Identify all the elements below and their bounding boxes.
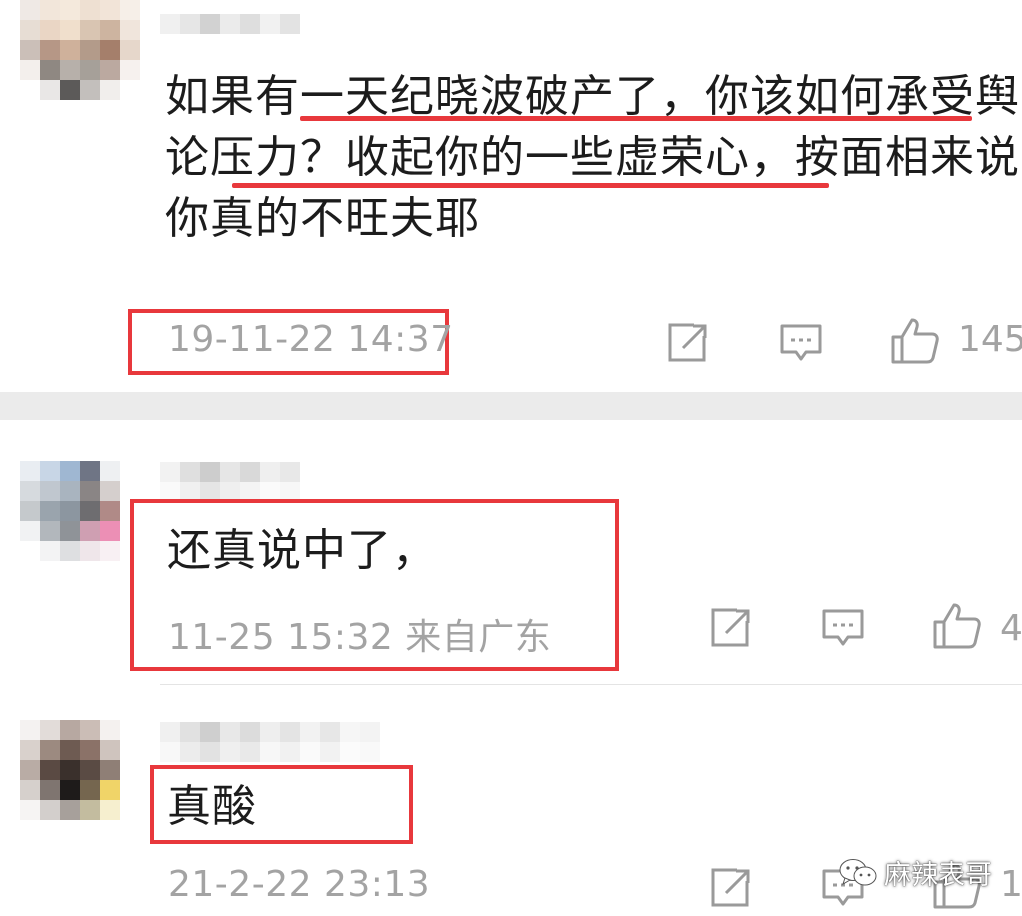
wechat-icon: [839, 858, 877, 885]
share-icon[interactable]: [707, 865, 753, 911]
username-blurred: [160, 742, 380, 762]
like-count: 145: [958, 319, 1022, 360]
share-icon[interactable]: [707, 605, 753, 651]
row-divider: [160, 684, 1022, 685]
comment-timestamp: 19-11-22 14:37: [168, 319, 454, 360]
avatar[interactable]: [20, 0, 140, 100]
section-divider: [0, 392, 1022, 420]
comment-timestamp: 11-25 15:32 来自广东: [168, 617, 552, 658]
comment-line: 论压力？收起你的一些虚荣心，按面相来说、: [165, 132, 1022, 183]
share-icon[interactable]: [664, 320, 710, 366]
red-underline: [300, 116, 972, 121]
username-blurred[interactable]: [160, 14, 300, 34]
avatar[interactable]: [20, 461, 120, 561]
watermark-text: 麻辣表哥: [884, 860, 992, 891]
comment-line: 你真的不旺夫耶: [165, 193, 480, 244]
username-blurred[interactable]: [160, 462, 300, 482]
thumbs-up-icon[interactable]: [890, 316, 940, 366]
username-blurred[interactable]: [160, 722, 380, 742]
comment-text: 如果有一天纪晓波破产了，你该如何承受舆 论压力？收起你的一些虚荣心，按面相来说、…: [165, 66, 1022, 249]
comment-text: 还真说中了，: [167, 525, 437, 576]
comment-icon[interactable]: [820, 605, 866, 651]
red-underline: [232, 183, 829, 188]
like-count: 1: [1000, 864, 1022, 905]
comment-timestamp: 21-2-22 23:13: [168, 864, 431, 905]
like-count: 4: [1000, 608, 1022, 649]
comment-icon[interactable]: [778, 320, 824, 366]
thumbs-up-icon[interactable]: [932, 601, 982, 651]
avatar[interactable]: [20, 720, 120, 820]
watermark: 麻辣表哥: [838, 853, 992, 892]
comment-text: 真酸: [167, 781, 257, 832]
